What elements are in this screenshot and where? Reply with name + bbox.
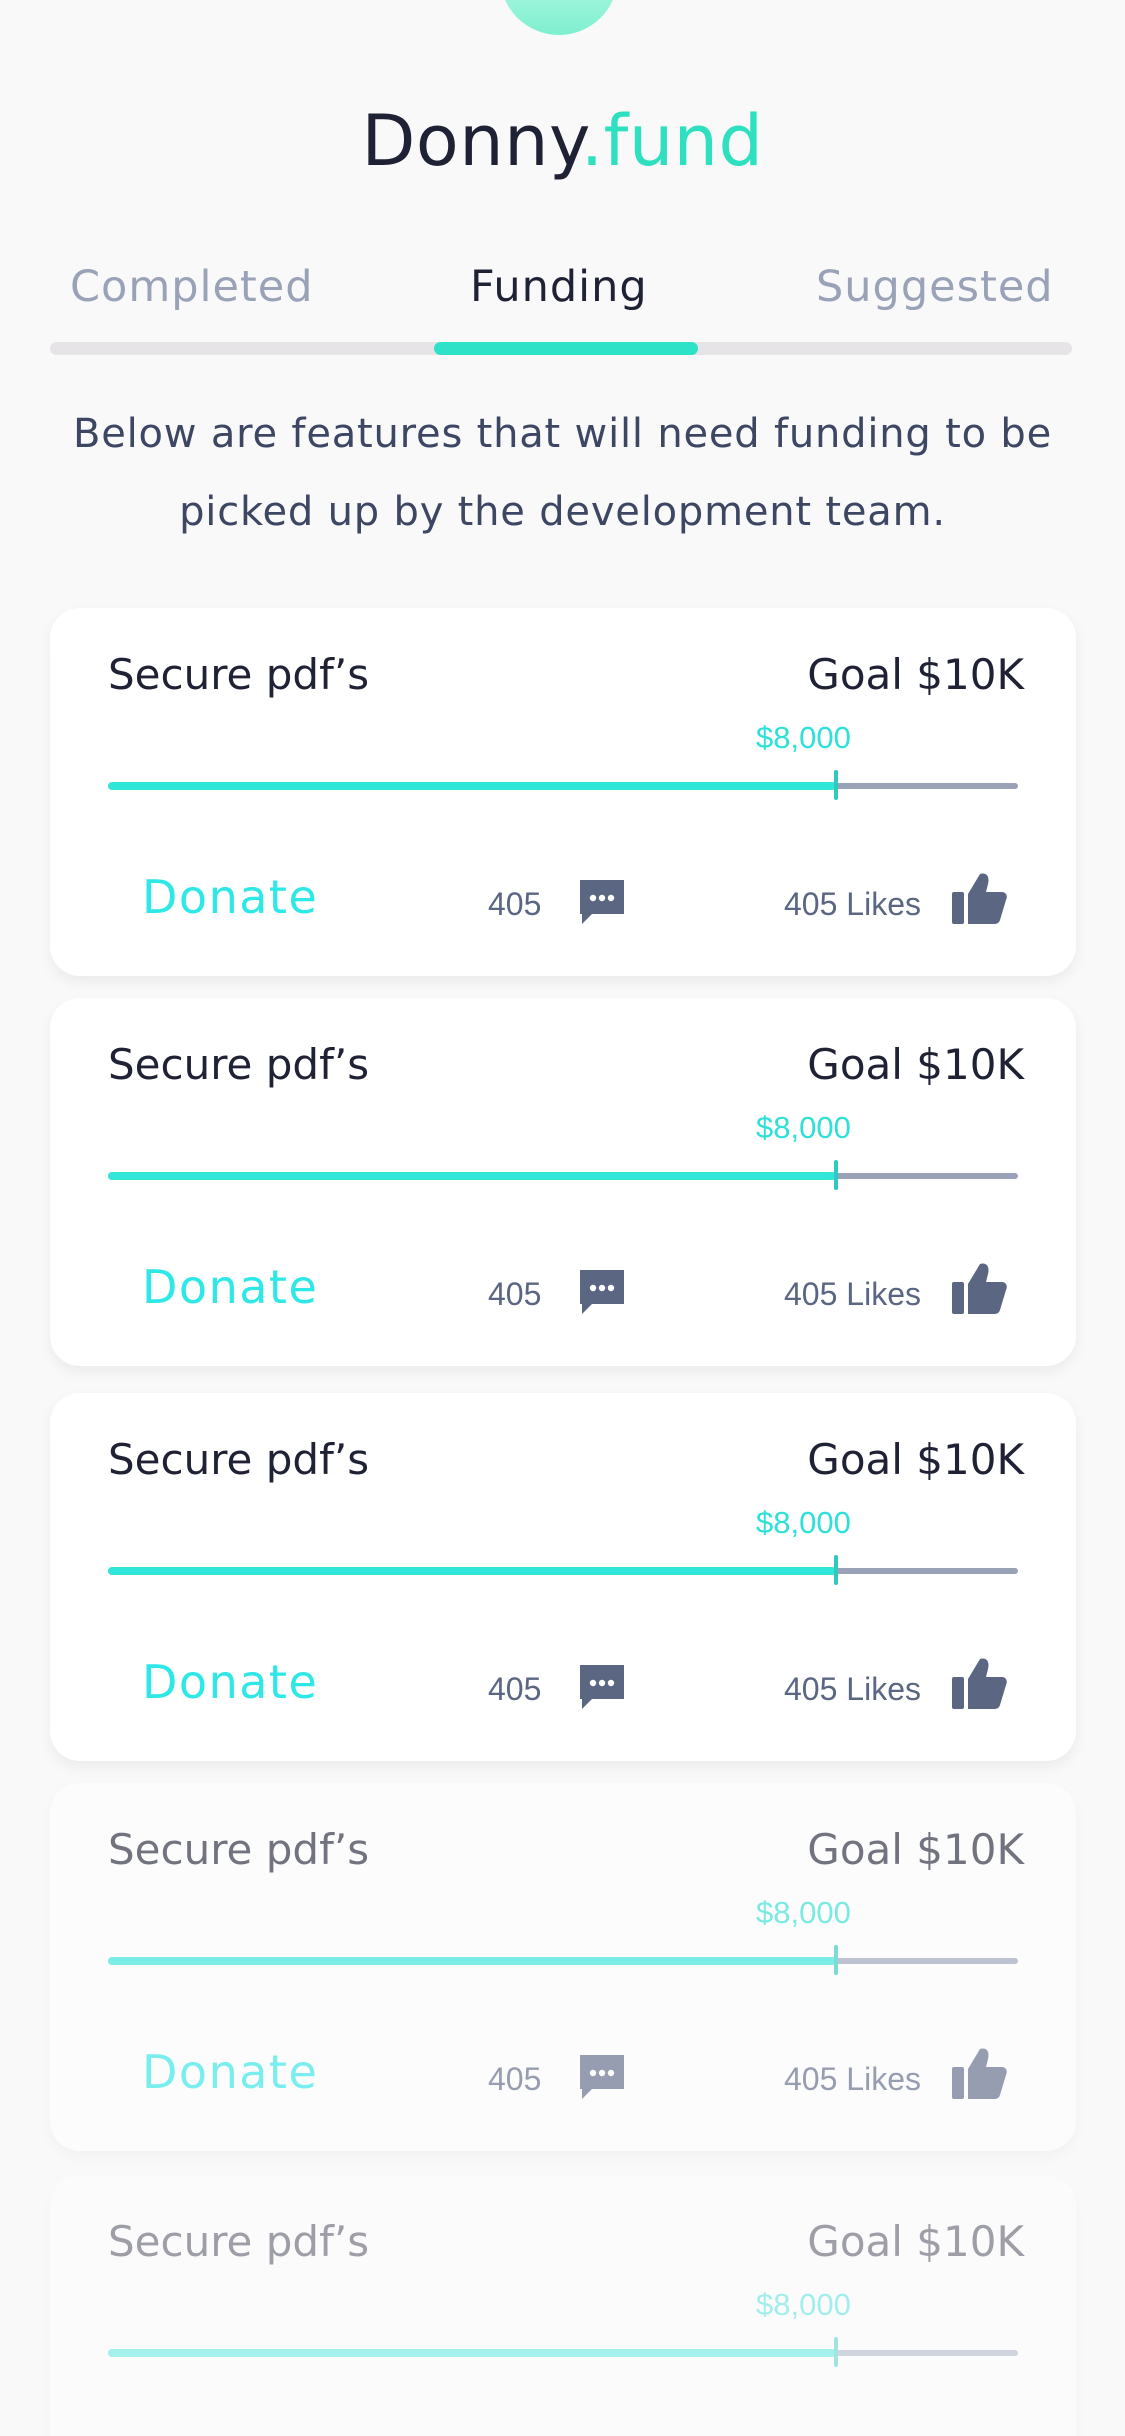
tab-completed[interactable]: Completed: [70, 262, 314, 312]
progress-marker: [834, 770, 838, 800]
progress-bar: [108, 1555, 1018, 1585]
comments-count: 405: [488, 2061, 542, 2097]
funding-goal: Goal $10K: [807, 1825, 1024, 1874]
raised-amount: $8,000: [756, 1110, 851, 1145]
comment-icon[interactable]: [576, 1266, 628, 1318]
progress-marker: [834, 1555, 838, 1585]
top-decoration-blob: [500, 0, 618, 35]
brand-name: Donny: [361, 100, 581, 182]
brand-logo: Donny.fund: [0, 100, 1125, 182]
raised-amount: $8,000: [756, 1505, 851, 1540]
progress-fill: [108, 1957, 836, 1965]
funding-screen: Donny.fund Completed Funding Suggested B…: [0, 0, 1125, 2436]
progress-marker: [834, 1160, 838, 1190]
feature-card[interactable]: Secure pdf’s Goal $10K $8,000 Donate 405…: [50, 608, 1076, 976]
donate-button[interactable]: Donate: [142, 1260, 318, 1314]
feature-title: Secure pdf’s: [108, 1040, 370, 1089]
likes-count: 405 Likes: [784, 1671, 921, 1707]
likes-count: 405 Likes: [784, 1276, 921, 1312]
funding-goal: Goal $10K: [807, 2217, 1024, 2266]
progress-fill: [108, 782, 836, 790]
feature-title: Secure pdf’s: [108, 2217, 370, 2266]
donate-button[interactable]: Donate: [142, 1655, 318, 1709]
thumbs-up-icon[interactable]: [950, 1260, 1008, 1316]
feature-title: Secure pdf’s: [108, 1435, 370, 1484]
intro-text: Below are features that will need fundin…: [72, 411, 1053, 535]
feature-card[interactable]: Secure pdf’s Goal $10K $8,000 Donate 405…: [50, 1783, 1076, 2151]
feature-card[interactable]: Secure pdf’s Goal $10K $8,000 Donate 405…: [50, 2175, 1076, 2436]
progress-bar: [108, 1945, 1018, 1975]
comment-icon[interactable]: [576, 2051, 628, 2103]
comment-icon[interactable]: [576, 1661, 628, 1713]
comment-icon[interactable]: [576, 876, 628, 928]
progress-bar: [108, 2337, 1018, 2367]
donate-button[interactable]: Donate: [142, 870, 318, 924]
feature-card[interactable]: Secure pdf’s Goal $10K $8,000 Donate 405…: [50, 998, 1076, 1366]
feature-title: Secure pdf’s: [108, 650, 370, 699]
comments-count: 405: [488, 1276, 542, 1312]
thumbs-up-icon[interactable]: [950, 2045, 1008, 2101]
funding-goal: Goal $10K: [807, 1435, 1024, 1484]
tab-bar: Completed Funding Suggested: [50, 262, 1072, 322]
tab-active-indicator: [434, 342, 698, 355]
brand-accent: .fund: [580, 100, 764, 182]
tab-funding[interactable]: Funding: [470, 262, 648, 312]
progress-marker: [834, 1945, 838, 1975]
donate-button[interactable]: Donate: [142, 2045, 318, 2099]
progress-fill: [108, 2349, 836, 2357]
funding-goal: Goal $10K: [807, 650, 1024, 699]
feature-title: Secure pdf’s: [108, 1825, 370, 1874]
progress-fill: [108, 1172, 836, 1180]
comments-count: 405: [488, 1671, 542, 1707]
progress-bar: [108, 770, 1018, 800]
progress-marker: [834, 2337, 838, 2367]
comments-count: 405: [488, 886, 542, 922]
thumbs-up-icon[interactable]: [950, 1655, 1008, 1711]
tab-suggested[interactable]: Suggested: [816, 262, 1054, 312]
raised-amount: $8,000: [756, 1895, 851, 1930]
raised-amount: $8,000: [756, 2287, 851, 2322]
progress-fill: [108, 1567, 836, 1575]
likes-count: 405 Likes: [784, 2061, 921, 2097]
feature-card[interactable]: Secure pdf’s Goal $10K $8,000 Donate 405…: [50, 1393, 1076, 1761]
raised-amount: $8,000: [756, 720, 851, 755]
thumbs-up-icon[interactable]: [950, 870, 1008, 926]
progress-bar: [108, 1160, 1018, 1190]
funding-goal: Goal $10K: [807, 1040, 1024, 1089]
likes-count: 405 Likes: [784, 886, 921, 922]
